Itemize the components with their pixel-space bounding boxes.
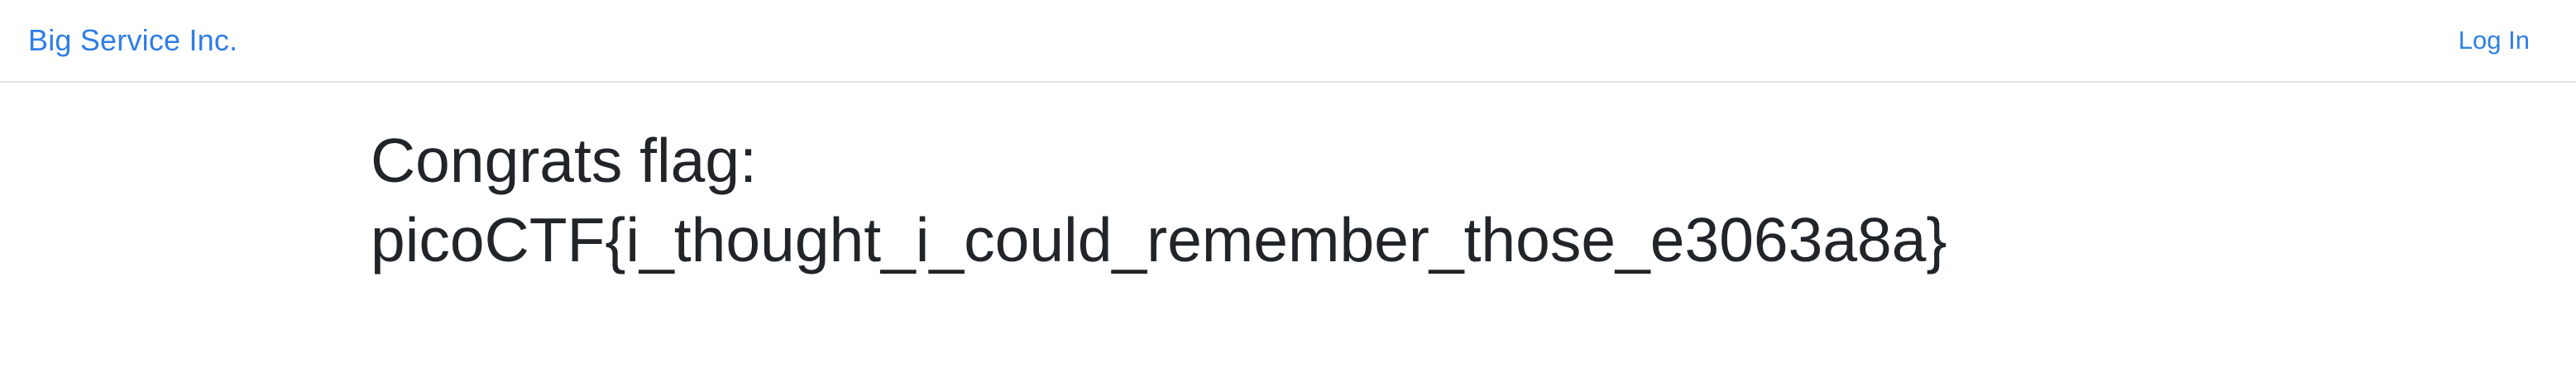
- heading-line-flag: picoCTF{i_thought_i_could_remember_those…: [371, 205, 1947, 275]
- main-content: Congrats flag: picoCTF{i_thought_i_could…: [0, 83, 2576, 279]
- heading-line-congrats: Congrats flag:: [371, 126, 757, 195]
- flag-heading: Congrats flag: picoCTF{i_thought_i_could…: [371, 121, 2576, 279]
- top-navbar: Big Service Inc. Log In: [0, 0, 2576, 83]
- login-link[interactable]: Log In: [2459, 26, 2530, 55]
- brand-link[interactable]: Big Service Inc.: [28, 23, 237, 58]
